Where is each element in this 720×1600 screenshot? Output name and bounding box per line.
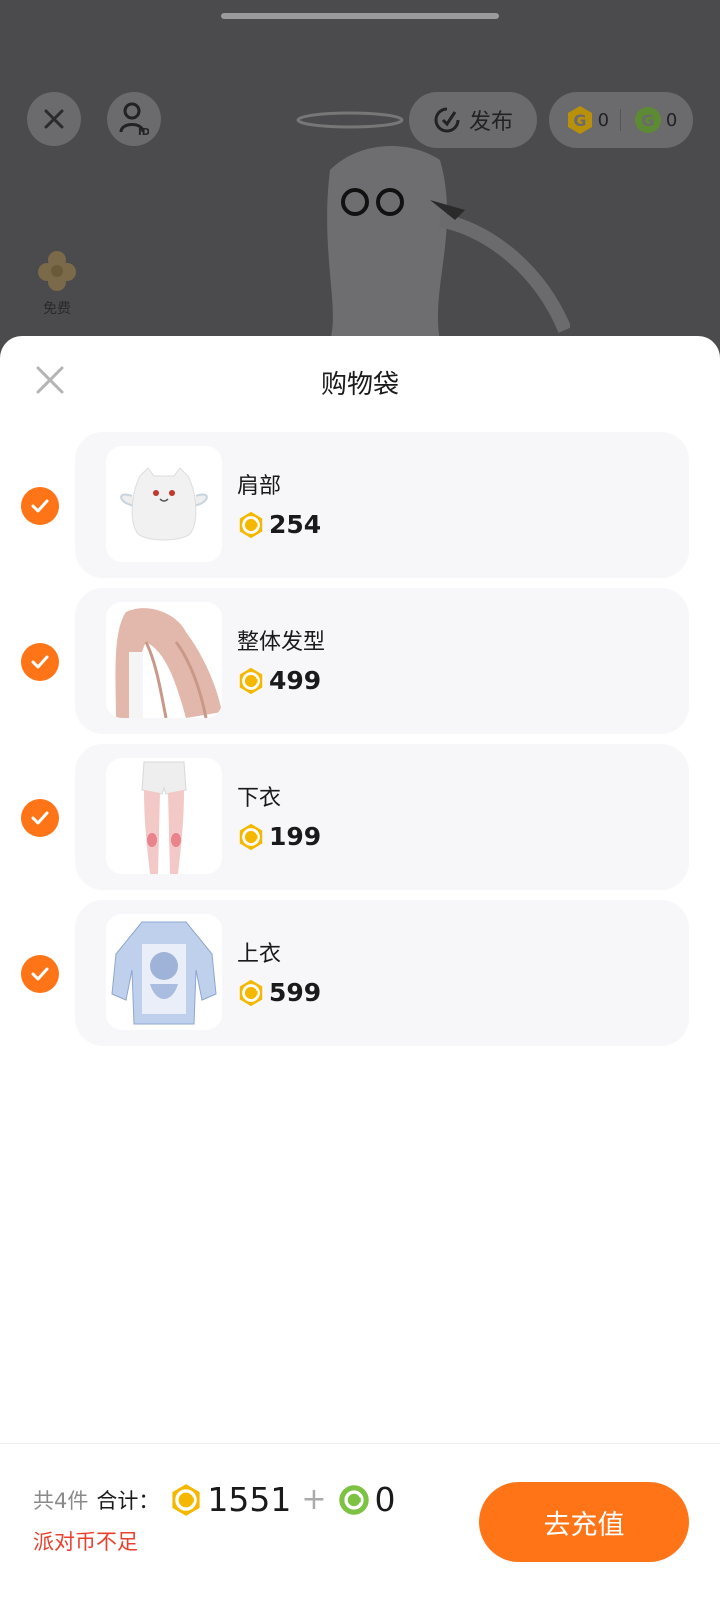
svg-text:ID: ID	[138, 127, 149, 136]
item-card[interactable]: 上衣 599	[75, 900, 689, 1046]
wallet-divider	[620, 109, 622, 131]
avatar-preview	[296, 111, 570, 340]
free-badge[interactable]: 免费	[30, 248, 84, 318]
green-total: 0	[374, 1480, 396, 1519]
gold-balance: 0	[597, 109, 610, 131]
item-price-value: 199	[269, 822, 322, 851]
close-icon	[44, 109, 64, 129]
hairstyle-icon	[115, 608, 222, 718]
item-thumbnail	[106, 602, 222, 718]
ghost-cat-icon	[120, 467, 208, 541]
insufficient-funds-warning: 派对币不足	[33, 1530, 138, 1554]
cart-item: 上衣 599	[0, 900, 720, 1046]
plus-sign: +	[301, 1482, 327, 1517]
svg-text:G: G	[641, 111, 654, 130]
gold-total: 1551	[207, 1480, 292, 1519]
checkmark-icon	[31, 967, 49, 981]
cart-item: 下衣 199	[0, 744, 720, 890]
total-label: 合计：	[96, 1488, 160, 1513]
item-thumbnail	[106, 446, 222, 562]
item-price-value: 599	[269, 978, 322, 1007]
sheet-title: 购物袋	[320, 370, 399, 400]
item-name: 肩部	[237, 474, 282, 499]
cart-item: 整体发型 499	[0, 588, 720, 734]
item-price: 254	[237, 510, 321, 539]
checkmark-icon	[31, 499, 49, 513]
gold-coin-icon	[239, 667, 263, 694]
item-count: 共4件	[33, 1488, 89, 1513]
item-name: 上衣	[237, 942, 282, 967]
item-card[interactable]: 整体发型 499	[75, 588, 689, 734]
checkout-footer: 共4件 合计： 1551 + 0 派对币不足 去充值	[0, 1443, 720, 1600]
scene-close-button[interactable]	[27, 92, 81, 146]
checkmark-icon	[31, 811, 49, 825]
gold-coin-icon	[239, 511, 263, 538]
item-checkbox[interactable]	[21, 487, 59, 525]
item-card[interactable]: 肩部 254	[75, 432, 689, 578]
cart-item: 肩部 254	[0, 432, 720, 578]
item-price-value: 254	[269, 510, 322, 539]
item-price: 199	[237, 822, 321, 851]
flower-icon	[38, 251, 76, 291]
item-card[interactable]: 下衣 199	[75, 744, 689, 890]
item-thumbnail	[106, 914, 222, 1030]
free-label: 免费	[43, 301, 71, 317]
item-thumbnail	[106, 758, 222, 874]
wallet-balance[interactable]: G 0 G 0	[549, 92, 693, 148]
shopping-bag-sheet: 购物袋 肩部 254 整体发型 499 下衣 199 上衣 599	[0, 336, 720, 1600]
avatar-scene-background: ID 发布 G 0 G 0 免费	[0, 0, 720, 360]
green-balance: 0	[665, 109, 678, 131]
order-summary: 共4件 合计： 1551 + 0	[33, 1480, 396, 1519]
profile-id-button[interactable]: ID	[107, 92, 161, 146]
hoodie-icon	[111, 921, 217, 1025]
user-id-icon: ID	[119, 102, 149, 136]
gold-coin-icon	[172, 1483, 200, 1516]
drag-handle[interactable]	[221, 13, 499, 19]
item-checkbox[interactable]	[21, 643, 59, 681]
svg-text:G: G	[573, 111, 586, 130]
item-name: 下衣	[237, 786, 282, 811]
item-price-value: 499	[269, 666, 322, 695]
item-name: 整体发型	[237, 630, 326, 655]
item-checkbox[interactable]	[21, 955, 59, 993]
item-checkbox[interactable]	[21, 799, 59, 837]
green-coin-icon: G	[634, 107, 661, 133]
gold-coin-icon	[239, 979, 263, 1006]
shorts-legs-icon	[141, 761, 187, 874]
checkmark-icon	[31, 655, 49, 669]
recharge-button[interactable]: 去充值	[479, 1482, 689, 1562]
item-price: 499	[237, 666, 321, 695]
green-coin-icon	[338, 1484, 369, 1515]
gold-coin-icon	[239, 823, 263, 850]
item-price: 599	[237, 978, 321, 1007]
